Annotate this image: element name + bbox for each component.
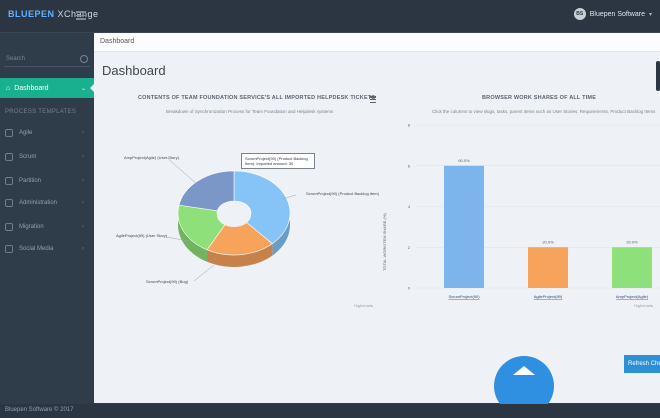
sidebar-section-title: PROCESS TEMPLATES (5, 109, 77, 115)
template-icon (5, 129, 13, 137)
bar-column[interactable] (612, 247, 652, 288)
bar-category-label[interactable]: ScrumProject(90) (448, 294, 480, 299)
footer: Bluepen Software © 2017 (0, 404, 660, 418)
refresh-button[interactable]: Refresh Che (624, 355, 660, 373)
template-icon (5, 245, 13, 253)
template-icon (5, 223, 13, 231)
chevron-down-icon: ⌄ (80, 85, 86, 92)
bar-y-tick: 6 (408, 163, 411, 168)
chevron-left-icon: ‹ (82, 154, 84, 160)
sidebar-item-social-media[interactable]: Social Media ‹ (0, 239, 94, 259)
user-name: Bluepen Software (589, 10, 645, 18)
bar-category-label[interactable]: AmpProject(Agile) (616, 294, 649, 299)
avatar: BS (573, 8, 586, 20)
chevron-left-icon: ‹ (82, 246, 84, 252)
template-icon (5, 177, 13, 185)
sidebar-item-agile[interactable]: Agile ‹ (0, 123, 94, 143)
bar-y-tick: 0 (408, 286, 411, 291)
sidebar-item-administration[interactable]: Administration ‹ (0, 193, 94, 213)
bar-column[interactable] (444, 165, 484, 288)
bar-y-tick: 8 (408, 123, 411, 128)
search-input[interactable]: Search (4, 52, 90, 67)
top-bar: BLUEPEN XChange BS Bluepen Software ▾ (0, 0, 660, 33)
home-icon: ⌂ (6, 84, 11, 92)
chevron-down-icon: ▾ (648, 11, 652, 18)
bar-y-tick: 4 (408, 204, 411, 209)
bar-chart: 0 2 4 6 8 60.0% ScrumProject(90) 20.0% AgileProj… (408, 123, 660, 299)
bar-value-label: 20.0% (626, 239, 638, 244)
user-menu[interactable]: BS Bluepen Software ▾ (573, 8, 652, 20)
chevron-left-icon: ‹ (82, 130, 84, 136)
chevron-left-icon: ‹ (82, 224, 84, 230)
sidebar-item-dashboard[interactable]: ⌂ Dashboard ⌄ (0, 78, 95, 98)
arrow-up-icon (513, 366, 535, 375)
chevron-left-icon: ‹ (82, 178, 84, 184)
search-icon (80, 55, 88, 63)
template-icon (5, 153, 13, 161)
bar-value-label: 60.0% (458, 158, 470, 163)
template-icon (5, 199, 13, 207)
sidebar-item-scrum[interactable]: Scrum ‹ (0, 147, 94, 167)
chevron-left-icon: ‹ (82, 200, 84, 206)
bar-credit[interactable]: Highcharts (634, 303, 653, 308)
bar-category-label[interactable]: AgileProject(89) (534, 294, 563, 299)
bar-column[interactable] (528, 247, 568, 288)
main-content: Dashboard Dashboard CONTENTS OF TEAM FOU… (94, 33, 660, 403)
bar-y-tick: 2 (408, 245, 411, 250)
sidebar: Search ⌂ Dashboard ⌄ PROCESS TEMPLATES A… (0, 33, 95, 418)
menu-toggle-icon[interactable] (76, 11, 86, 20)
sidebar-item-partition[interactable]: Partition ‹ (0, 171, 94, 191)
sidebar-item-migration[interactable]: Migration ‹ (0, 217, 94, 237)
bar-value-label: 20.0% (542, 239, 554, 244)
